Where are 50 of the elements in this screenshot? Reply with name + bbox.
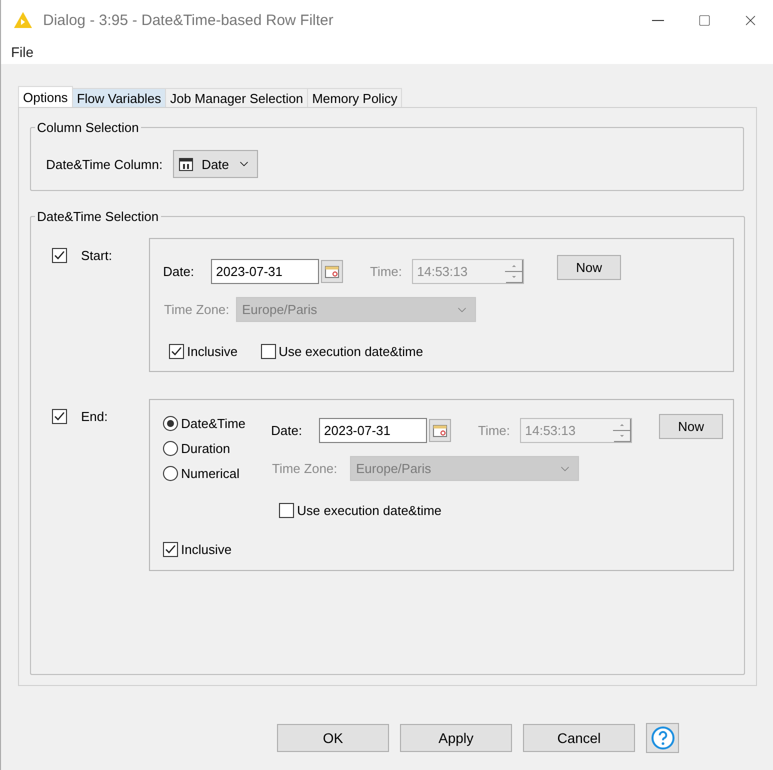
checkbox-label: Use execution date&time (297, 503, 442, 518)
calendar-button[interactable] (321, 260, 343, 283)
dialog-button[interactable]: Apply (400, 724, 512, 752)
radio-label: Date&Time (181, 416, 246, 431)
group-title: Date&Time Selection (36, 209, 160, 224)
dialog-button[interactable]: Cancel (523, 724, 635, 752)
radio-button[interactable] (163, 441, 178, 456)
date-label: Date: (271, 423, 304, 438)
menu-item[interactable]: File (11, 44, 34, 60)
radio-button[interactable] (163, 466, 178, 481)
checkbox[interactable] (52, 409, 67, 424)
app-logo-icon (13, 11, 33, 29)
checkbox[interactable] (52, 248, 67, 263)
checkbox[interactable] (163, 542, 178, 557)
group-title: Column Selection (36, 120, 140, 135)
column-dropdown[interactable]: Date (172, 150, 258, 178)
checkbox[interactable] (260, 344, 276, 359)
time-zone-label: Time Zone: (272, 461, 338, 476)
date-field[interactable]: 2023-07-31 (319, 418, 427, 443)
help-button[interactable] (646, 723, 679, 753)
maximize-icon (698, 14, 710, 26)
now-button[interactable]: Now (659, 414, 723, 439)
window-title: Dialog - 3:95 - Date&Time-based Row Filter (43, 12, 334, 28)
radio-label: Numerical (181, 466, 240, 481)
calendar-icon (325, 266, 339, 278)
calendar-button[interactable] (429, 419, 451, 442)
time-zone-label: Time Zone: (164, 302, 230, 317)
checkbox-label: Inclusive (187, 344, 238, 359)
checkbox-label: Use execution date&time (278, 344, 424, 359)
end-label: End: (81, 409, 108, 424)
time-label: Time: (478, 423, 512, 438)
help-icon (650, 726, 674, 750)
tab[interactable]: Options (18, 86, 73, 107)
checkbox-label: Inclusive (181, 542, 232, 557)
tab[interactable]: Flow Variables (72, 88, 166, 107)
now-button[interactable]: Now (557, 255, 621, 280)
radio-button[interactable] (163, 416, 178, 431)
radio-label: Duration (181, 441, 230, 456)
checkbox[interactable] (279, 503, 294, 518)
dialog-button[interactable]: OK (277, 724, 389, 752)
tab[interactable]: Memory Policy (307, 88, 402, 107)
column-label: Date&Time Column: (46, 156, 163, 172)
calendar-icon (178, 156, 194, 172)
time-label: Time: (370, 264, 404, 279)
tab[interactable]: Job Manager Selection (165, 88, 308, 107)
date-field[interactable]: 2023-07-31 (211, 259, 319, 284)
checkbox[interactable] (169, 344, 184, 359)
start-label: Start: (81, 248, 112, 263)
calendar-icon (433, 424, 447, 436)
date-label: Date: (163, 264, 196, 279)
